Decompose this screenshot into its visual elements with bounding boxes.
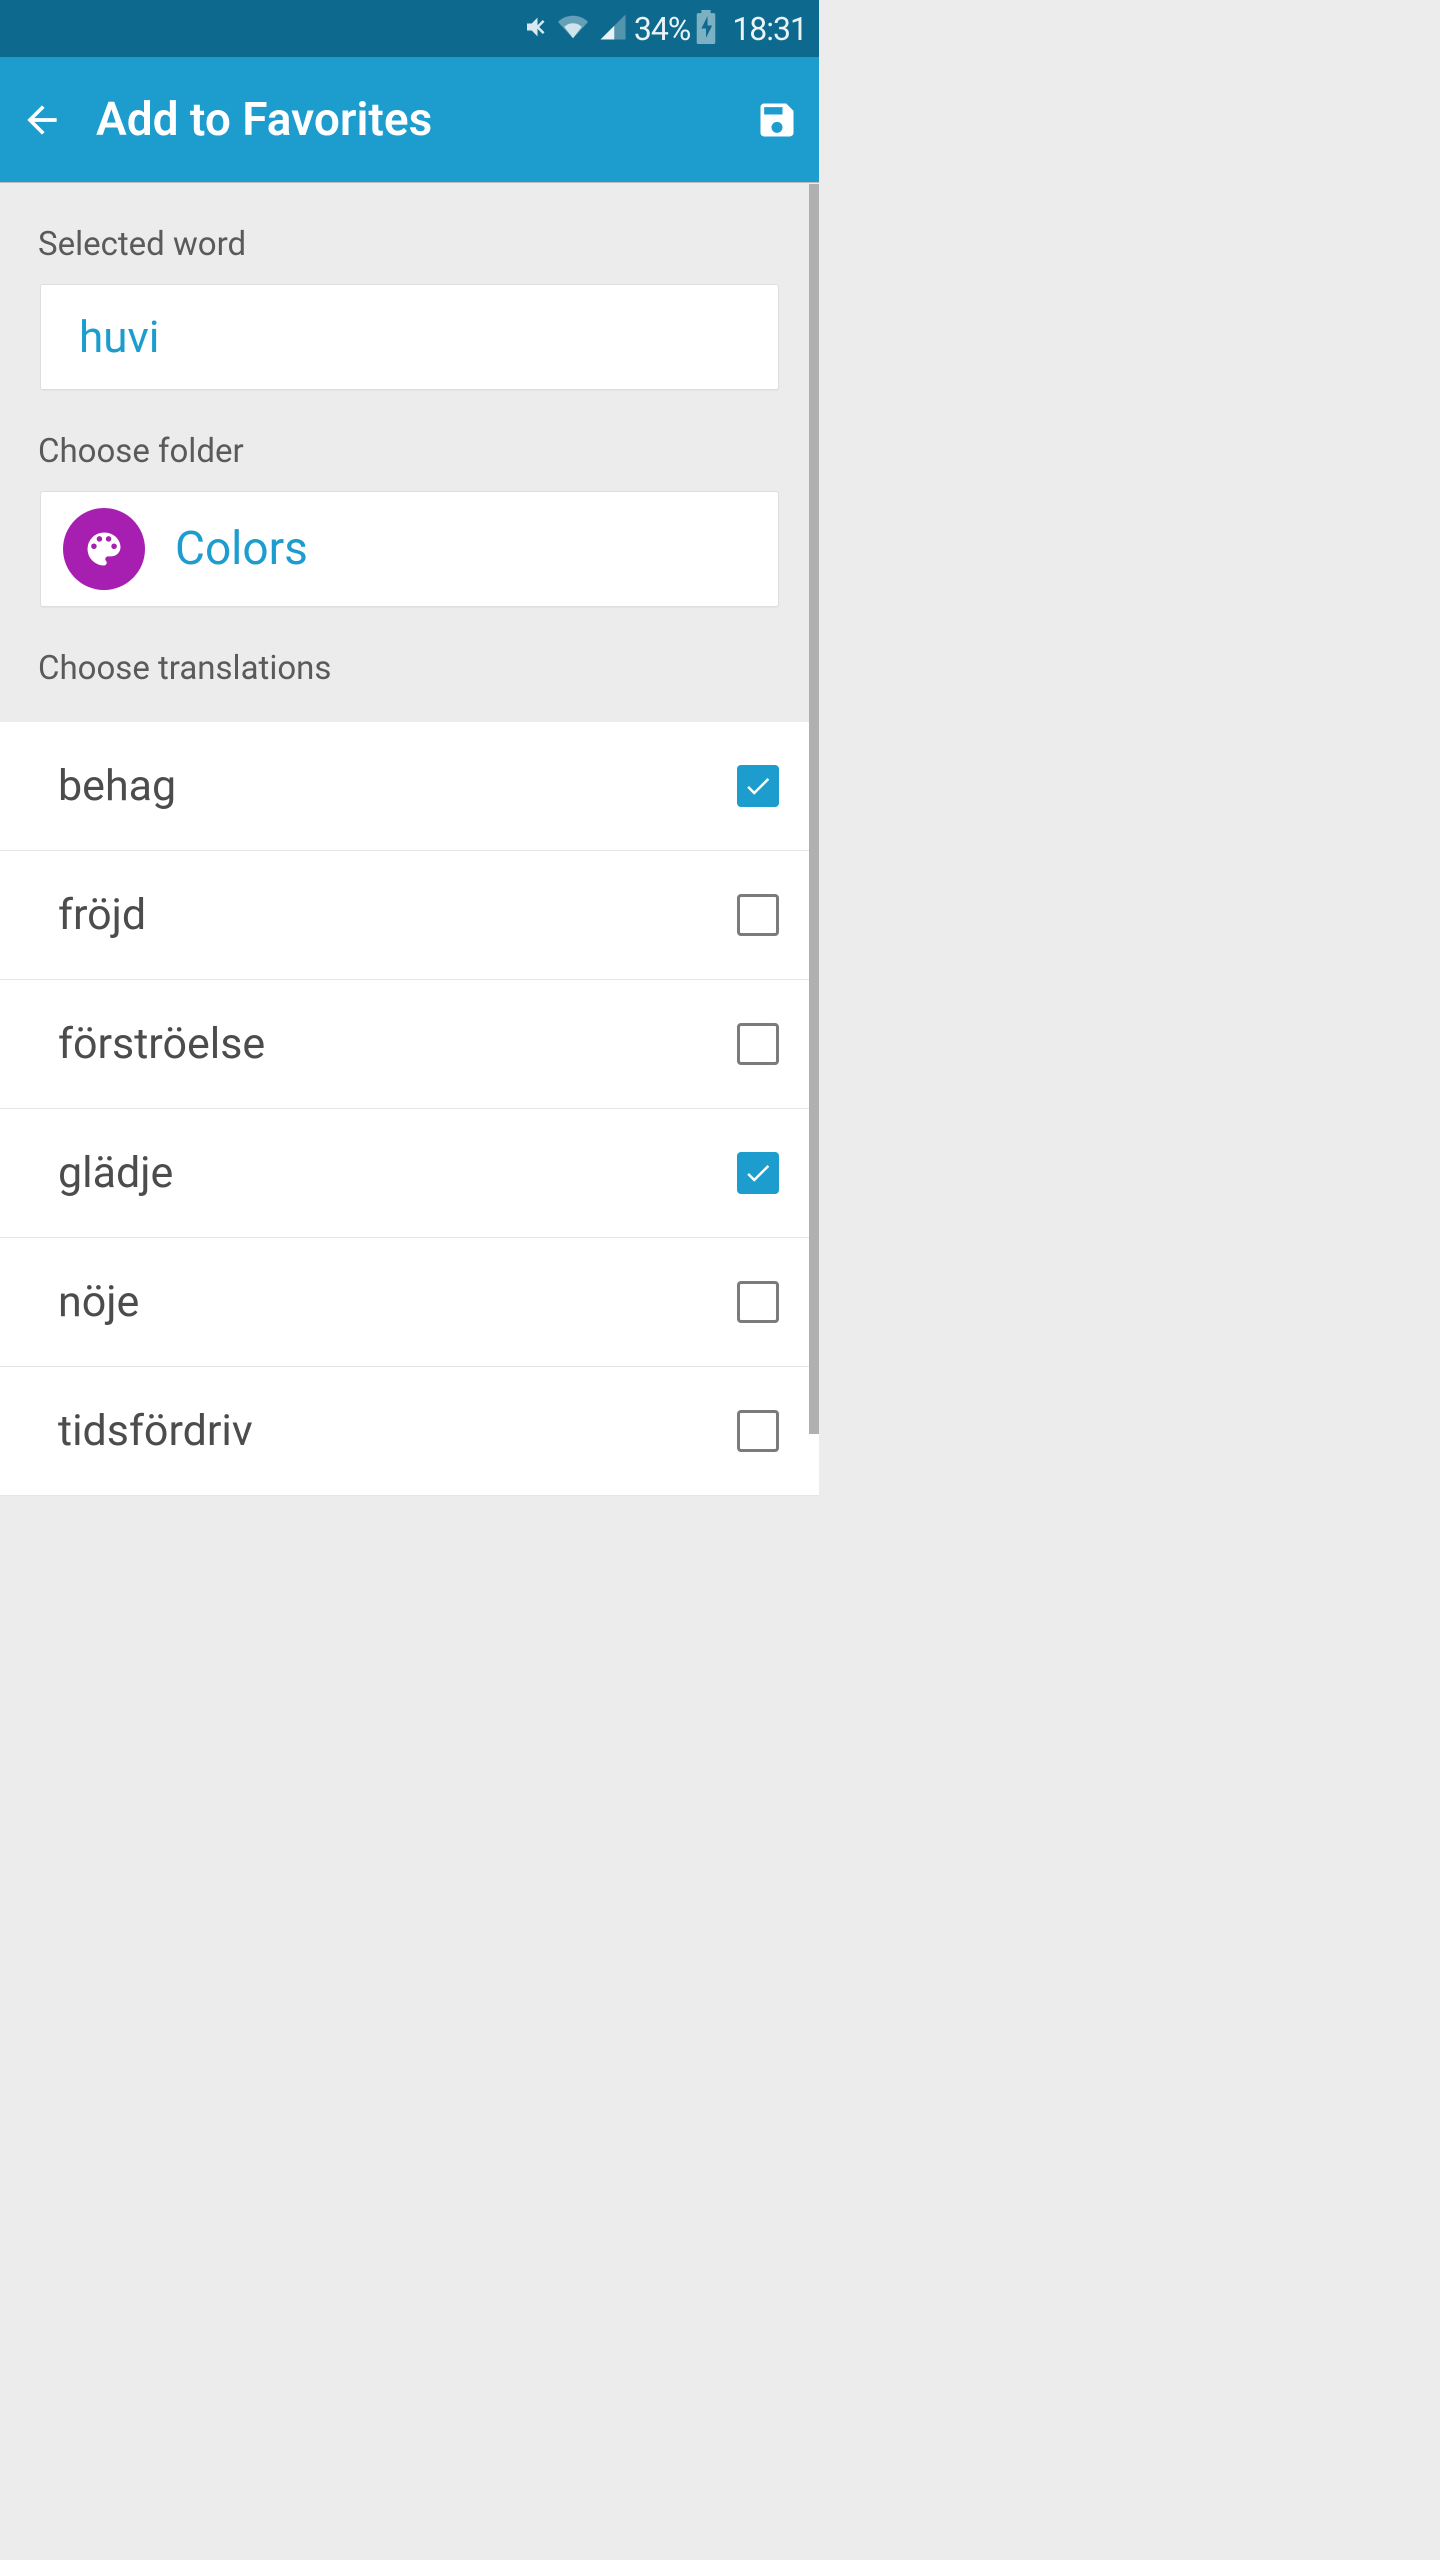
translation-label: glädje <box>58 1148 173 1198</box>
back-button[interactable] <box>18 96 66 144</box>
app-bar: Add to Favorites <box>0 57 819 183</box>
translation-label: behag <box>58 761 176 811</box>
translation-row[interactable]: glädje <box>0 1109 819 1238</box>
translation-row[interactable]: tidsfördriv <box>0 1367 819 1496</box>
translation-row[interactable]: behag <box>0 722 819 851</box>
translation-row[interactable]: nöje <box>0 1238 819 1367</box>
translations-list: behag fröjd förströelse glädje nöje tidsfördr… <box>0 722 819 1496</box>
selected-word-value: huvi <box>79 311 160 363</box>
status-bar: 34% 18:31 <box>0 0 819 57</box>
save-icon <box>755 98 799 142</box>
translation-checkbox[interactable] <box>737 765 779 807</box>
translation-label: tidsfördriv <box>58 1406 253 1456</box>
choose-folder-label: Choose folder <box>0 390 819 491</box>
status-icons <box>520 12 628 46</box>
folder-name: Colors <box>175 522 308 576</box>
translation-checkbox[interactable] <box>737 1023 779 1065</box>
page-title: Add to Favorites <box>96 93 723 147</box>
battery-percentage: 34% <box>634 10 690 48</box>
selected-word-label: Selected word <box>0 183 819 284</box>
check-icon <box>743 771 773 801</box>
clock: 18:31 <box>732 10 807 48</box>
folder-selector[interactable]: Colors <box>40 491 779 607</box>
translation-row[interactable]: förströelse <box>0 980 819 1109</box>
translation-checkbox[interactable] <box>737 1410 779 1452</box>
scrollbar[interactable] <box>809 184 819 1434</box>
save-button[interactable] <box>753 96 801 144</box>
battery-charging-icon <box>696 10 716 48</box>
signal-icon <box>598 12 628 46</box>
arrow-left-icon <box>20 98 64 142</box>
translation-label: fröjd <box>58 890 146 940</box>
check-icon <box>743 1158 773 1188</box>
translation-checkbox[interactable] <box>737 1281 779 1323</box>
translation-label: förströelse <box>58 1019 265 1069</box>
content: Selected word huvi Choose folder Colors … <box>0 183 819 1496</box>
translation-checkbox[interactable] <box>737 1152 779 1194</box>
translation-label: nöje <box>58 1277 139 1327</box>
palette-icon <box>63 508 145 590</box>
translation-checkbox[interactable] <box>737 894 779 936</box>
wifi-icon <box>558 12 588 46</box>
mute-icon <box>520 13 548 45</box>
choose-translations-label: Choose translations <box>0 607 819 716</box>
translation-row[interactable]: fröjd <box>0 851 819 980</box>
selected-word-card[interactable]: huvi <box>40 284 779 390</box>
